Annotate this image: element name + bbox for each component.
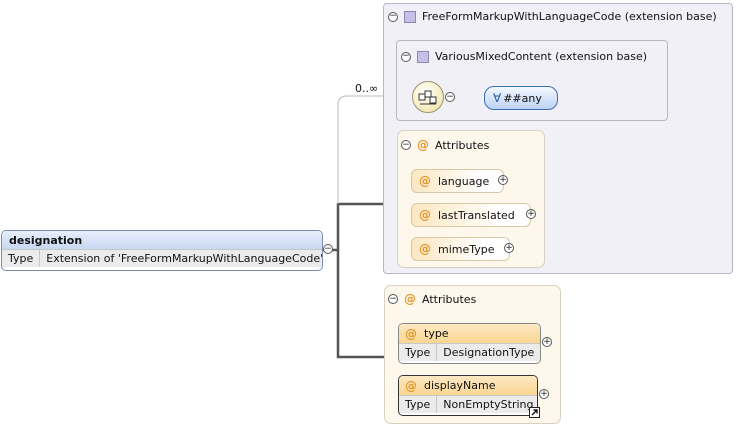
expand-icon[interactable]: + <box>526 209 536 219</box>
element-designation[interactable]: designation Type Extension of 'FreeFormM… <box>1 230 323 271</box>
type-label: Type <box>399 396 438 413</box>
any-element[interactable]: ∀ ##any <box>484 86 558 110</box>
sequence-compositor-icon[interactable] <box>412 81 444 113</box>
attribute-name: type <box>424 327 449 340</box>
type-value: NonEmptyString <box>443 398 534 411</box>
attribute-language[interactable]: @ language <box>411 169 504 193</box>
connector-to-attributes-2 <box>336 250 384 359</box>
attribute-mimeType[interactable]: @ mimeType <box>411 237 510 261</box>
attribute-icon: @ <box>405 378 417 393</box>
attribute-type[interactable]: @ type Type DesignationType <box>398 323 541 364</box>
complex-type-icon <box>417 50 429 63</box>
type-label: Type <box>2 250 41 267</box>
complex-type-icon <box>404 10 416 23</box>
external-link-icon[interactable] <box>529 407 540 418</box>
extension-title: VariousMixedContent (extension base) <box>435 50 648 63</box>
any-symbol: ∀ <box>493 91 502 105</box>
occurrence-label: 0..∞ <box>355 82 379 95</box>
attribute-lastTranslated[interactable]: @ lastTranslated <box>411 203 531 227</box>
extension-title: FreeFormMarkupWithLanguageCode (extensio… <box>422 10 717 23</box>
type-label: Type <box>399 344 438 361</box>
attribute-icon: @ <box>405 326 417 341</box>
collapse-icon[interactable]: − <box>388 294 398 304</box>
sequence-icon <box>418 90 437 105</box>
attribute-name: mimeType <box>438 242 495 256</box>
collapse-icon[interactable]: − <box>445 92 455 102</box>
attributes-title: Attributes <box>435 138 490 152</box>
attribute-icon: @ <box>419 208 431 222</box>
attribute-icon: @ <box>419 242 431 256</box>
expand-icon[interactable]: + <box>542 337 552 347</box>
expand-icon[interactable]: + <box>504 243 514 253</box>
attributes-title: Attributes <box>422 292 477 306</box>
attribute-name: displayName <box>424 379 496 392</box>
type-value: Extension of 'FreeFormMarkupWithLanguage… <box>46 252 323 265</box>
attribute-icon: @ <box>417 138 429 152</box>
expand-icon[interactable]: + <box>498 175 508 185</box>
collapse-icon[interactable]: − <box>323 244 333 254</box>
attribute-name: lastTranslated <box>438 208 515 222</box>
attribute-icon: @ <box>419 174 431 188</box>
expand-icon[interactable]: + <box>539 389 549 399</box>
collapse-icon[interactable]: − <box>401 51 411 62</box>
attribute-displayName[interactable]: @ displayName Type NonEmptyString <box>398 375 538 416</box>
any-label: ##any <box>503 91 542 105</box>
element-name: designation <box>2 231 322 249</box>
collapse-icon[interactable]: − <box>388 11 398 22</box>
attribute-icon: @ <box>404 292 416 306</box>
type-value: DesignationType <box>443 346 535 359</box>
collapse-icon[interactable]: − <box>401 140 411 150</box>
attribute-name: language <box>438 174 490 188</box>
